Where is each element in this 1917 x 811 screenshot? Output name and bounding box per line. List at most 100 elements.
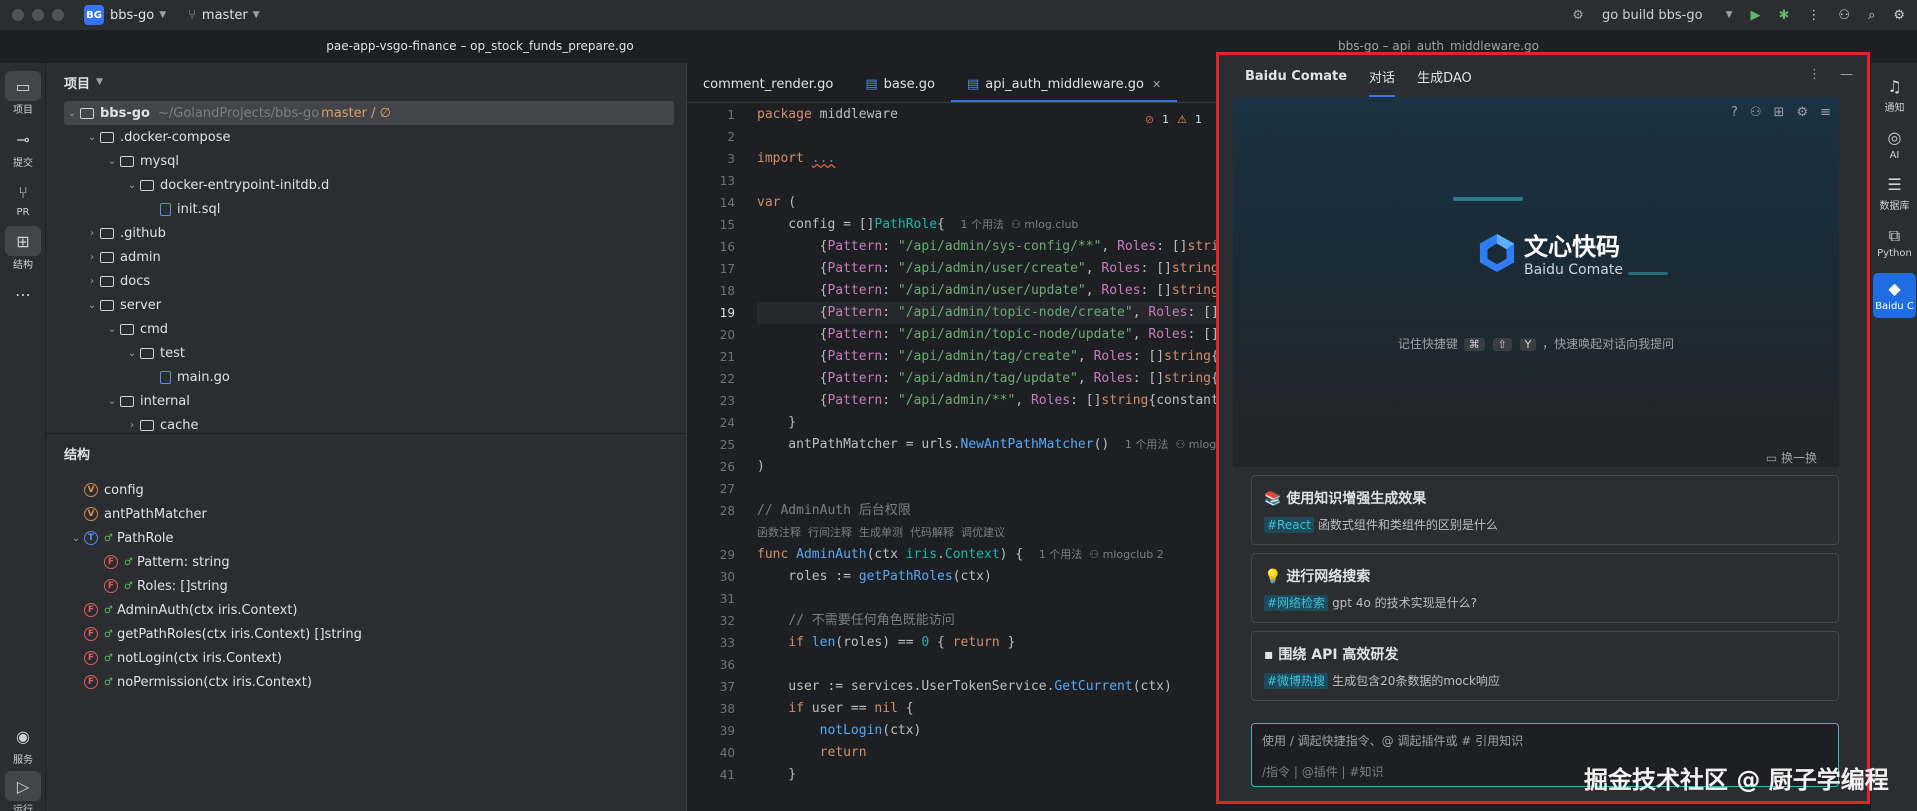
tree-root[interactable]: ⌄ bbs-go ~/GolandProjects/bbs-go master … bbox=[64, 101, 674, 125]
chevron-down-icon[interactable]: ▼ bbox=[1726, 10, 1733, 20]
commit-icon[interactable]: ⊸ bbox=[5, 124, 41, 154]
code-line[interactable]: return bbox=[757, 742, 1216, 764]
python-icon[interactable]: ⧉ bbox=[1889, 226, 1900, 248]
suggestion-card[interactable]: 📚 使用知识增强生成效果 #React 函数式组件和类组件的区别是什么 bbox=[1251, 475, 1839, 545]
debug-icon[interactable]: ✱ bbox=[1779, 8, 1790, 23]
tool-more[interactable]: ⋯ bbox=[0, 279, 46, 309]
tool-project[interactable]: ▭ 项目 bbox=[0, 71, 46, 116]
chevron-down-icon[interactable]: ⌄ bbox=[64, 108, 80, 119]
structure-item[interactable]: VantPathMatcher bbox=[46, 502, 686, 526]
more-icon[interactable]: ⋯ bbox=[5, 279, 41, 309]
tree-item[interactable]: init.sql bbox=[46, 197, 686, 221]
code-line[interactable]: {Pattern: "/api/admin/**", Roles: []stri… bbox=[757, 390, 1216, 412]
code-line[interactable] bbox=[757, 126, 1216, 148]
project-name[interactable]: bbs-go bbox=[110, 8, 154, 23]
minimize-icon[interactable]: — bbox=[1840, 67, 1853, 82]
code-line[interactable]: config = []PathRole{ 1 个用法 ⚇ mlog.club bbox=[757, 214, 1216, 236]
tool-pr[interactable]: ⑂ PR bbox=[0, 177, 46, 219]
tree-item[interactable]: › .github bbox=[46, 221, 686, 245]
chevron-right-icon[interactable]: › bbox=[124, 420, 140, 431]
code-line[interactable]: {Pattern: "/api/admin/sys-config/**", Ro… bbox=[757, 236, 1216, 258]
add-user-icon[interactable]: ⚇ bbox=[1838, 8, 1850, 23]
close-window-button[interactable] bbox=[12, 9, 24, 21]
settings-icon[interactable]: ⚙ bbox=[1893, 8, 1905, 23]
branch-name[interactable]: master bbox=[202, 8, 248, 23]
code-line[interactable]: {Pattern: "/api/admin/tag/create", Roles… bbox=[757, 346, 1216, 368]
chevron-down-icon[interactable]: ⌄ bbox=[124, 180, 140, 191]
chevron-down-icon[interactable]: ▼ bbox=[159, 10, 166, 20]
code-line[interactable]: {Pattern: "/api/admin/user/create", Role… bbox=[757, 258, 1216, 280]
tool-notifications[interactable]: ♫ 通知 bbox=[1871, 77, 1917, 114]
tool-structure[interactable]: ⊞ 结构 bbox=[0, 226, 46, 271]
structure-item[interactable]: ⌄ T ♂ PathRole bbox=[46, 526, 686, 550]
chevron-down-icon[interactable]: ⌄ bbox=[104, 324, 120, 335]
card-tag[interactable]: #React bbox=[1264, 517, 1314, 533]
chevron-down-icon[interactable]: ▼ bbox=[253, 10, 260, 20]
code-line[interactable]: } bbox=[757, 412, 1216, 434]
card-tag[interactable]: #网络检索 bbox=[1264, 595, 1329, 611]
tree-item[interactable]: ⌄ test bbox=[46, 341, 686, 365]
tool-run[interactable]: ▷ 运行 bbox=[0, 771, 46, 811]
tool-baidu-comate[interactable]: ◆ Baidu C bbox=[1873, 273, 1916, 318]
chevron-down-icon[interactable]: ⌄ bbox=[104, 156, 120, 167]
code-line[interactable]: {Pattern: "/api/admin/topic-node/update"… bbox=[757, 324, 1216, 346]
switch-button[interactable]: ▭ 换一换 bbox=[1766, 449, 1817, 466]
tool-commit[interactable]: ⊸ 提交 bbox=[0, 124, 46, 170]
chevron-down-icon[interactable]: ⌄ bbox=[124, 348, 140, 359]
chevron-down-icon[interactable]: ⌄ bbox=[104, 396, 120, 407]
tab-generate-dao[interactable]: 生成DAO bbox=[1417, 67, 1472, 86]
help-icon[interactable]: ? bbox=[1731, 105, 1738, 120]
tool-ai[interactable]: ◎ AI bbox=[1871, 128, 1917, 161]
close-icon[interactable]: ✕ bbox=[1152, 78, 1161, 91]
structure-item[interactable]: F ♂ notLogin(ctx iris.Context) bbox=[46, 646, 686, 670]
ai-icon[interactable]: ◎ bbox=[1888, 128, 1902, 150]
chevron-right-icon[interactable]: › bbox=[84, 252, 100, 263]
run-icon[interactable]: ▷ bbox=[5, 771, 41, 801]
tree-item[interactable]: › admin bbox=[46, 245, 686, 269]
code-line[interactable]: func AdminAuth(ctx iris.Context) { 1 个用法… bbox=[757, 544, 1216, 566]
editor-tab[interactable]: comment_render.go bbox=[687, 77, 849, 102]
code-line[interactable]: // 不需要任何角色既能访问 bbox=[757, 610, 1216, 632]
code-line[interactable]: if user == nil { bbox=[757, 698, 1216, 720]
suggestion-card[interactable]: ▪ 围绕 API 高效研发 #微博热搜 生成包含20条数据的mock响应 bbox=[1251, 631, 1839, 701]
code-line[interactable]: 函数注释 行间注释 生成单测 代码解释 调优建议 bbox=[757, 522, 1216, 544]
tool-services[interactable]: ◉ 服务 bbox=[0, 721, 46, 767]
window-controls[interactable] bbox=[12, 9, 64, 21]
tool-python[interactable]: ⧉ Python bbox=[1871, 226, 1917, 259]
card-tag[interactable]: #微博热搜 bbox=[1264, 673, 1329, 689]
plugin-icon[interactable]: ⊞ bbox=[1774, 105, 1785, 120]
editor-tab[interactable]: ▤ base.go bbox=[849, 77, 951, 102]
chevron-down-icon[interactable]: ▼ bbox=[96, 77, 103, 87]
tree-item[interactable]: ⌄ server bbox=[46, 293, 686, 317]
code-line[interactable] bbox=[757, 654, 1216, 676]
database-icon[interactable]: ☰ bbox=[1887, 175, 1901, 197]
structure-item[interactable]: F ♂ Roles: []string bbox=[46, 574, 686, 598]
code-line[interactable]: {Pattern: "/api/admin/tag/update", Roles… bbox=[757, 368, 1216, 390]
structure-item[interactable]: F ♂ AdminAuth(ctx iris.Context) bbox=[46, 598, 686, 622]
tree-item[interactable]: ⌄ mysql bbox=[46, 149, 686, 173]
structure-item[interactable]: F ♂ noPermission(ctx iris.Context) bbox=[46, 670, 686, 694]
tree-item[interactable]: main.go bbox=[46, 365, 686, 389]
chevron-right-icon[interactable]: › bbox=[84, 276, 100, 287]
code-line[interactable]: ) bbox=[757, 456, 1216, 478]
folder-icon[interactable]: ▭ bbox=[5, 71, 41, 101]
run-config-select[interactable]: go build bbs-go bbox=[1602, 8, 1703, 23]
search-icon[interactable]: ⌕ bbox=[1868, 8, 1875, 23]
code-line[interactable]: // AdminAuth 后台权限 bbox=[757, 500, 1216, 522]
tree-item[interactable]: ⌄ docker-entrypoint-initdb.d bbox=[46, 173, 686, 197]
structure-icon[interactable]: ⊞ bbox=[5, 226, 41, 256]
inspection-widget[interactable]: ⊘ 1 ⚠ 1 bbox=[1145, 113, 1202, 126]
maximize-window-button[interactable] bbox=[52, 9, 64, 21]
minimize-window-button[interactable] bbox=[32, 9, 44, 21]
user-icon[interactable]: ⚇ bbox=[1750, 105, 1762, 120]
editor-tab[interactable]: ▤ api_auth_middleware.go ✕ bbox=[950, 77, 1178, 102]
list-icon[interactable]: ≡ bbox=[1820, 105, 1831, 120]
structure-item[interactable]: F ♂ getPathRoles(ctx iris.Context) []strin… bbox=[46, 622, 686, 646]
code-line[interactable]: antPathMatcher = urls.NewAntPathMatcher(… bbox=[757, 434, 1216, 456]
tab-chat[interactable]: 对话 bbox=[1369, 67, 1396, 97]
bell-icon[interactable]: ♫ bbox=[1887, 77, 1901, 99]
services-icon[interactable]: ◉ bbox=[5, 721, 41, 751]
code-line[interactable]: notLogin(ctx) bbox=[757, 720, 1216, 742]
code-line[interactable]: import ... bbox=[757, 148, 1216, 170]
code-line[interactable]: {Pattern: "/api/admin/topic-node/create"… bbox=[757, 302, 1216, 324]
